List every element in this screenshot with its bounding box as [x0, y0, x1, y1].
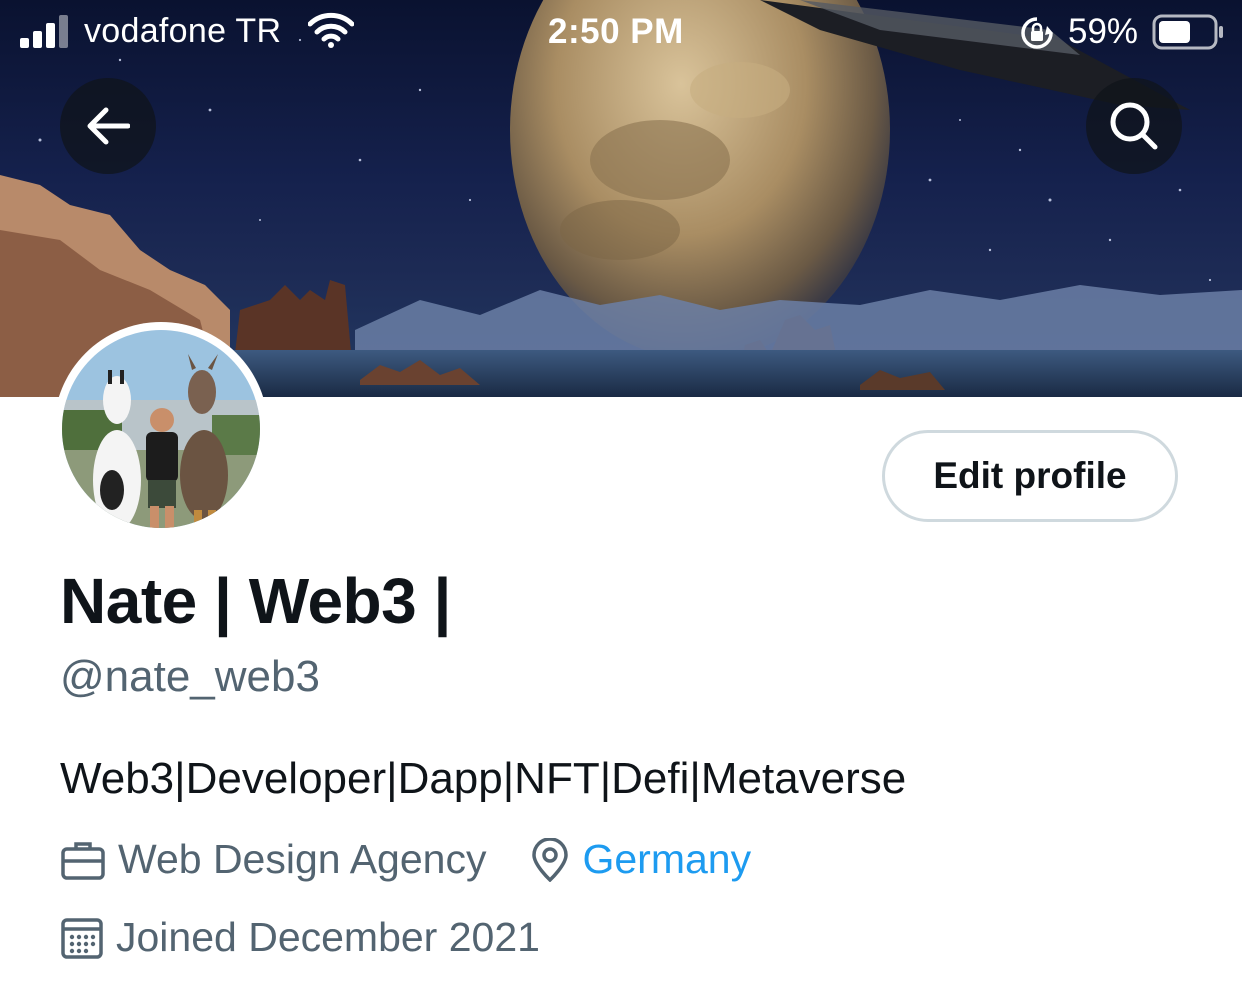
- back-button[interactable]: [60, 78, 156, 174]
- edit-profile-button[interactable]: Edit profile: [882, 430, 1178, 522]
- location-pin-icon: [532, 837, 569, 882]
- wifi-icon: [308, 12, 354, 48]
- profile-joined-row: Joined December 2021: [60, 914, 540, 961]
- search-button[interactable]: [1086, 78, 1182, 174]
- search-icon: [1110, 102, 1158, 150]
- clock-time: 2:50 PM: [548, 12, 684, 51]
- status-bar: vodafone TR 2:50 PM 59%: [0, 0, 1242, 66]
- profile-location-link[interactable]: Germany: [582, 836, 751, 883]
- arrow-left-icon: [87, 107, 130, 145]
- rotation-lock-icon: [1021, 17, 1053, 49]
- calendar-icon: [61, 917, 103, 959]
- battery-percent: 59%: [1068, 12, 1139, 51]
- user-handle: @nate_web3: [60, 652, 320, 701]
- briefcase-icon: [61, 841, 105, 880]
- battery-icon: [1152, 14, 1223, 50]
- signal-bars-icon: [20, 15, 68, 48]
- joined-date: Joined December 2021: [116, 914, 540, 960]
- avatar-photo: [62, 330, 260, 528]
- carrier-name: vodafone TR: [84, 12, 282, 50]
- profile-meta-row: Web Design Agency Germany: [60, 836, 751, 883]
- profile-category: Web Design Agency: [118, 836, 487, 882]
- profile-bio: Web3|Developer|Dapp|NFT|Defi|Metaverse: [60, 754, 907, 803]
- display-name: Nate | Web3 |: [60, 565, 451, 637]
- avatar[interactable]: [54, 322, 268, 536]
